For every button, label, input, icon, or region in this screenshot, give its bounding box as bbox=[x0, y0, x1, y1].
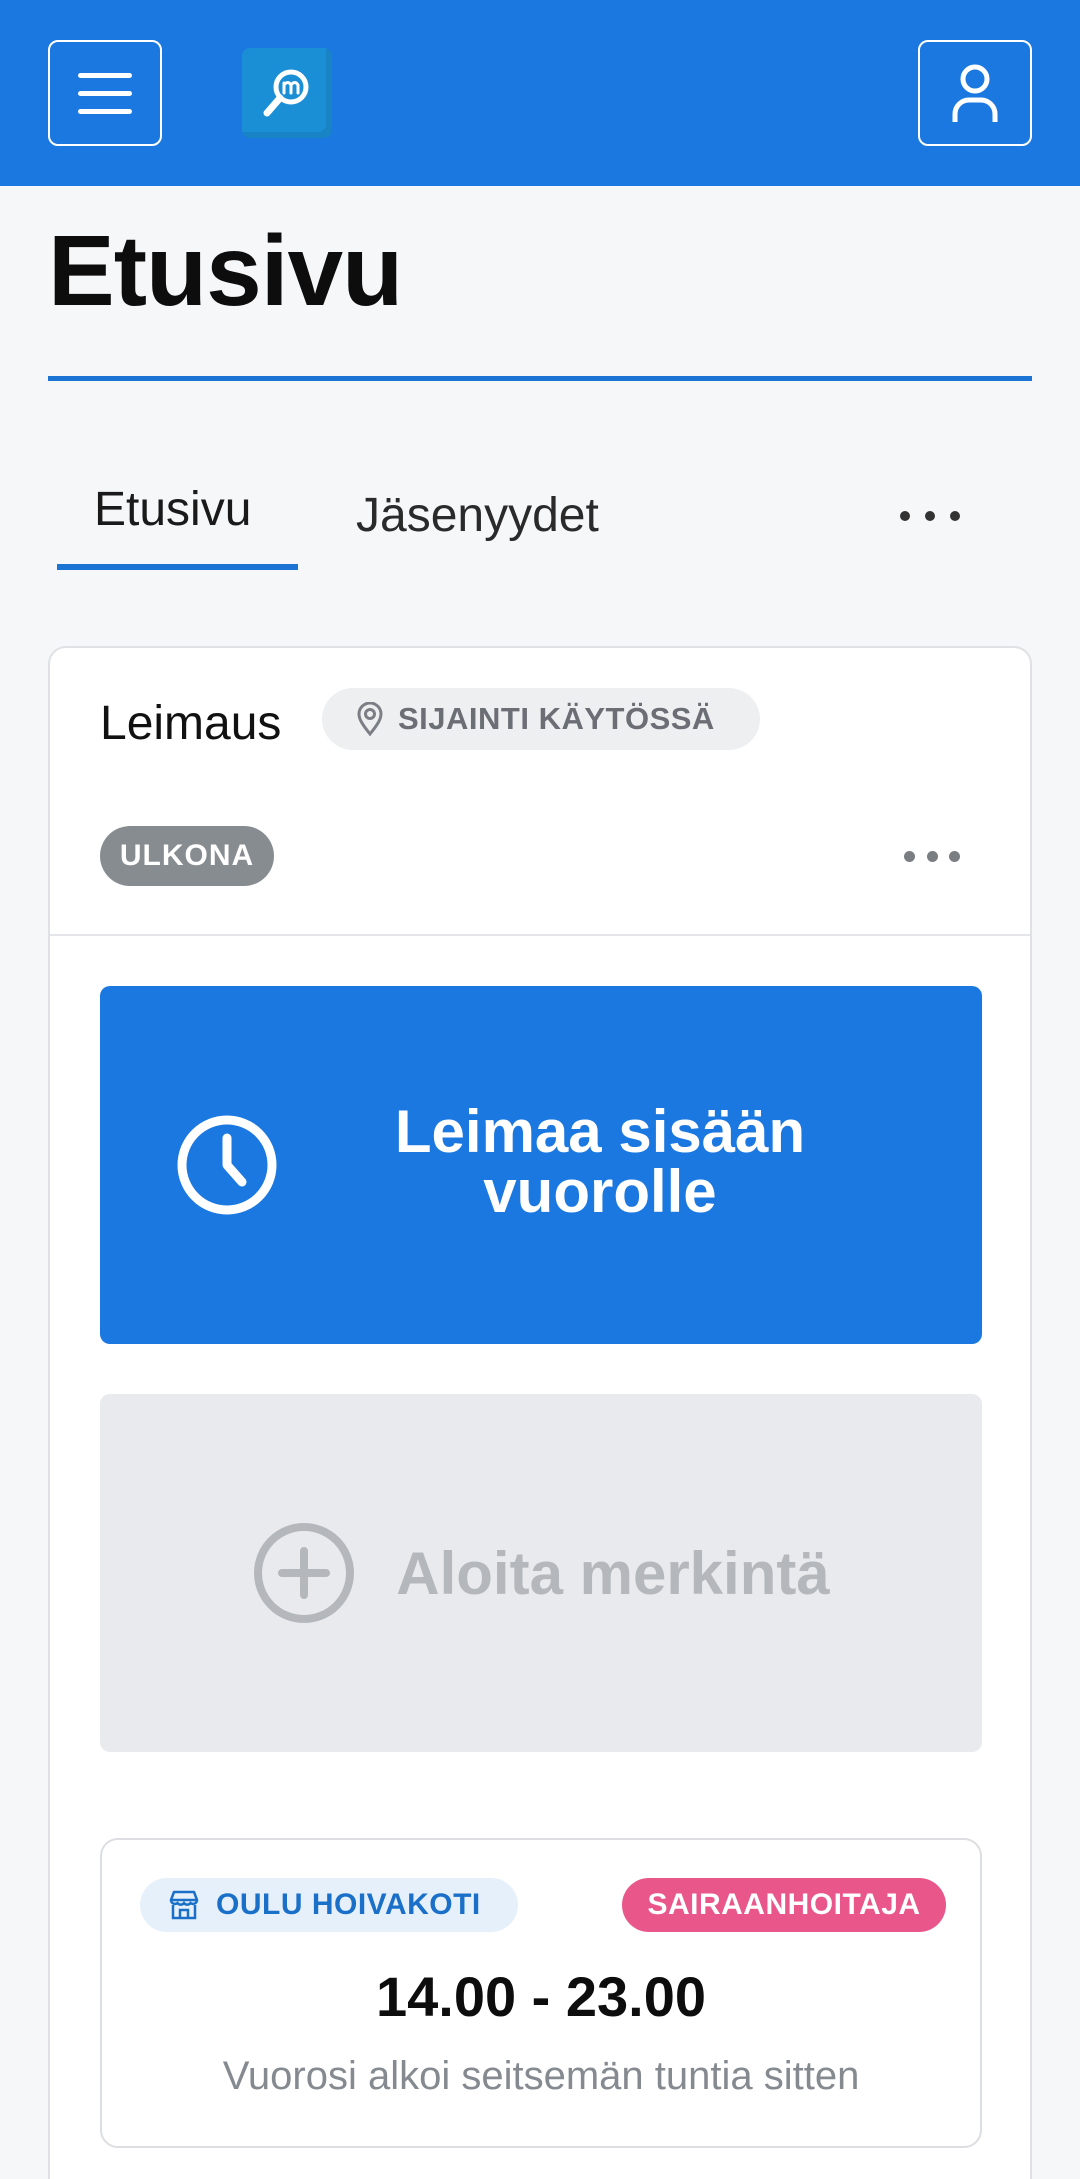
hamburger-icon-line bbox=[78, 90, 132, 96]
more-horizontal-icon-dot bbox=[925, 511, 935, 521]
shift-status-note: Vuorosi alkoi seitsemän tuntia sitten bbox=[222, 2054, 860, 2098]
more-horizontal-icon bbox=[900, 511, 910, 521]
presence-status-badge: ULKONA bbox=[100, 826, 274, 886]
location-status-badge: SIJAINTI KÄYTÖSSÄ bbox=[322, 688, 760, 750]
start-entry-button[interactable]: Aloita merkintä bbox=[100, 1394, 982, 1752]
more-horizontal-icon-dot bbox=[926, 850, 938, 862]
tab-jasenyydet[interactable]: Jäsenyydet bbox=[356, 486, 599, 546]
user-icon bbox=[952, 64, 998, 122]
shift-card[interactable]: OULU HOIVAKOTI SAIRAANHOITAJA 14.00 - 23… bbox=[100, 1838, 982, 2148]
menu-button[interactable] bbox=[48, 40, 162, 146]
more-horizontal-icon bbox=[904, 850, 915, 862]
tab-etusivu[interactable]: Etusivu bbox=[94, 480, 251, 540]
more-horizontal-icon-dot bbox=[949, 850, 960, 862]
card-more-button[interactable] bbox=[904, 848, 960, 864]
more-horizontal-icon-dot bbox=[950, 511, 960, 521]
clock-in-button[interactable]: Leimaa sisään vuorolle bbox=[100, 986, 982, 1344]
stamp-card: Leimaus SIJAINTI KÄYTÖSSÄ ULKONA Leimaa … bbox=[48, 646, 1032, 2179]
page-title: Etusivu bbox=[48, 215, 403, 327]
clock-icon bbox=[177, 1115, 277, 1215]
hamburger-icon-line bbox=[78, 108, 132, 114]
title-divider bbox=[48, 376, 1032, 381]
location-pin-icon bbox=[357, 702, 383, 736]
app-logo-magnifier-icon bbox=[263, 69, 309, 117]
plus-circle-icon bbox=[254, 1523, 355, 1623]
card-divider bbox=[50, 934, 1030, 936]
active-tab-indicator bbox=[57, 564, 298, 570]
app-logo[interactable] bbox=[242, 48, 332, 138]
role-badge: SAIRAANHOITAJA bbox=[622, 1878, 946, 1932]
hamburger-icon bbox=[78, 72, 132, 78]
tabs-more-button[interactable] bbox=[900, 496, 960, 536]
workplace-badge: OULU HOIVAKOTI bbox=[140, 1878, 518, 1932]
user-profile-button[interactable] bbox=[918, 40, 1032, 146]
card-title: Leimaus bbox=[100, 697, 282, 750]
location-badge-label: SIJAINTI KÄYTÖSSÄ bbox=[398, 701, 715, 736]
store-icon bbox=[169, 1890, 199, 1920]
shift-time: 14.00 - 23.00 bbox=[375, 1965, 707, 2028]
top-app-bar bbox=[0, 0, 1080, 186]
start-entry-label: Aloita merkintä bbox=[396, 1539, 830, 1607]
clock-in-label: Leimaa sisään vuorolle bbox=[394, 1098, 806, 1225]
workplace-label: OULU HOIVAKOTI bbox=[216, 1888, 481, 1921]
